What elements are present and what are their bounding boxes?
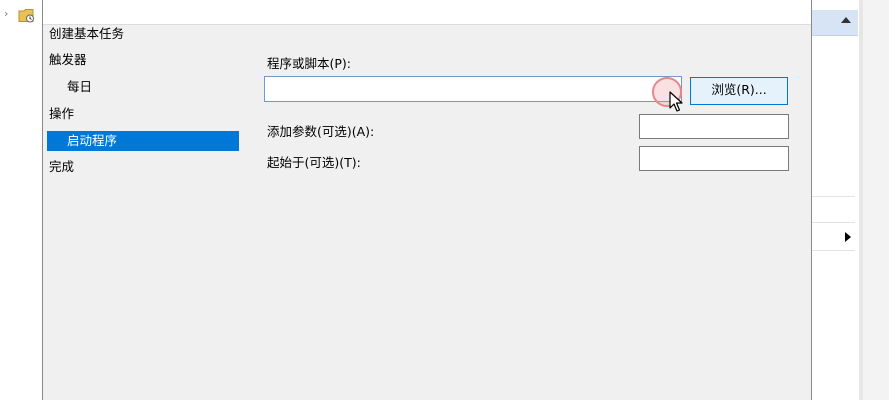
actions-divider: [812, 196, 855, 197]
triangle-right-icon[interactable]: [845, 232, 851, 242]
add-arguments-label: 添加参数(可选)(A):: [267, 124, 375, 139]
wizard-step-daily[interactable]: 每日: [67, 77, 92, 97]
wizard-header: [43, 0, 811, 25]
actions-pane-header[interactable]: [812, 10, 858, 36]
navigation-tree-pane: ›: [0, 0, 42, 400]
task-folder-icon[interactable]: [18, 8, 35, 23]
triangle-up-icon[interactable]: [841, 17, 851, 23]
program-script-input[interactable]: [264, 76, 682, 102]
wizard-step-create-basic-task[interactable]: 创建基本任务: [49, 24, 124, 44]
wizard-step-action[interactable]: 操作: [49, 104, 74, 124]
wizard-step-trigger[interactable]: 触发器: [49, 50, 87, 70]
chevron-right-icon[interactable]: ›: [4, 8, 14, 19]
add-arguments-input[interactable]: [639, 114, 789, 139]
create-basic-task-wizard: 创建基本任务 触发器 每日 操作 启动程序 完成 程序或脚本(P): 浏览(R)…: [42, 0, 812, 400]
actions-divider: [812, 222, 855, 223]
start-in-label: 起始于(可选)(T):: [267, 155, 361, 170]
wizard-step-start-program[interactable]: 启动程序: [47, 131, 239, 151]
browse-button[interactable]: 浏览(R)...: [690, 77, 788, 105]
program-script-label: 程序或脚本(P):: [267, 56, 352, 71]
start-in-input[interactable]: [639, 146, 789, 171]
wizard-step-finish[interactable]: 完成: [49, 157, 74, 177]
window-edge: [863, 0, 889, 400]
actions-divider: [812, 250, 855, 251]
mouse-pointer-icon: [669, 91, 683, 112]
